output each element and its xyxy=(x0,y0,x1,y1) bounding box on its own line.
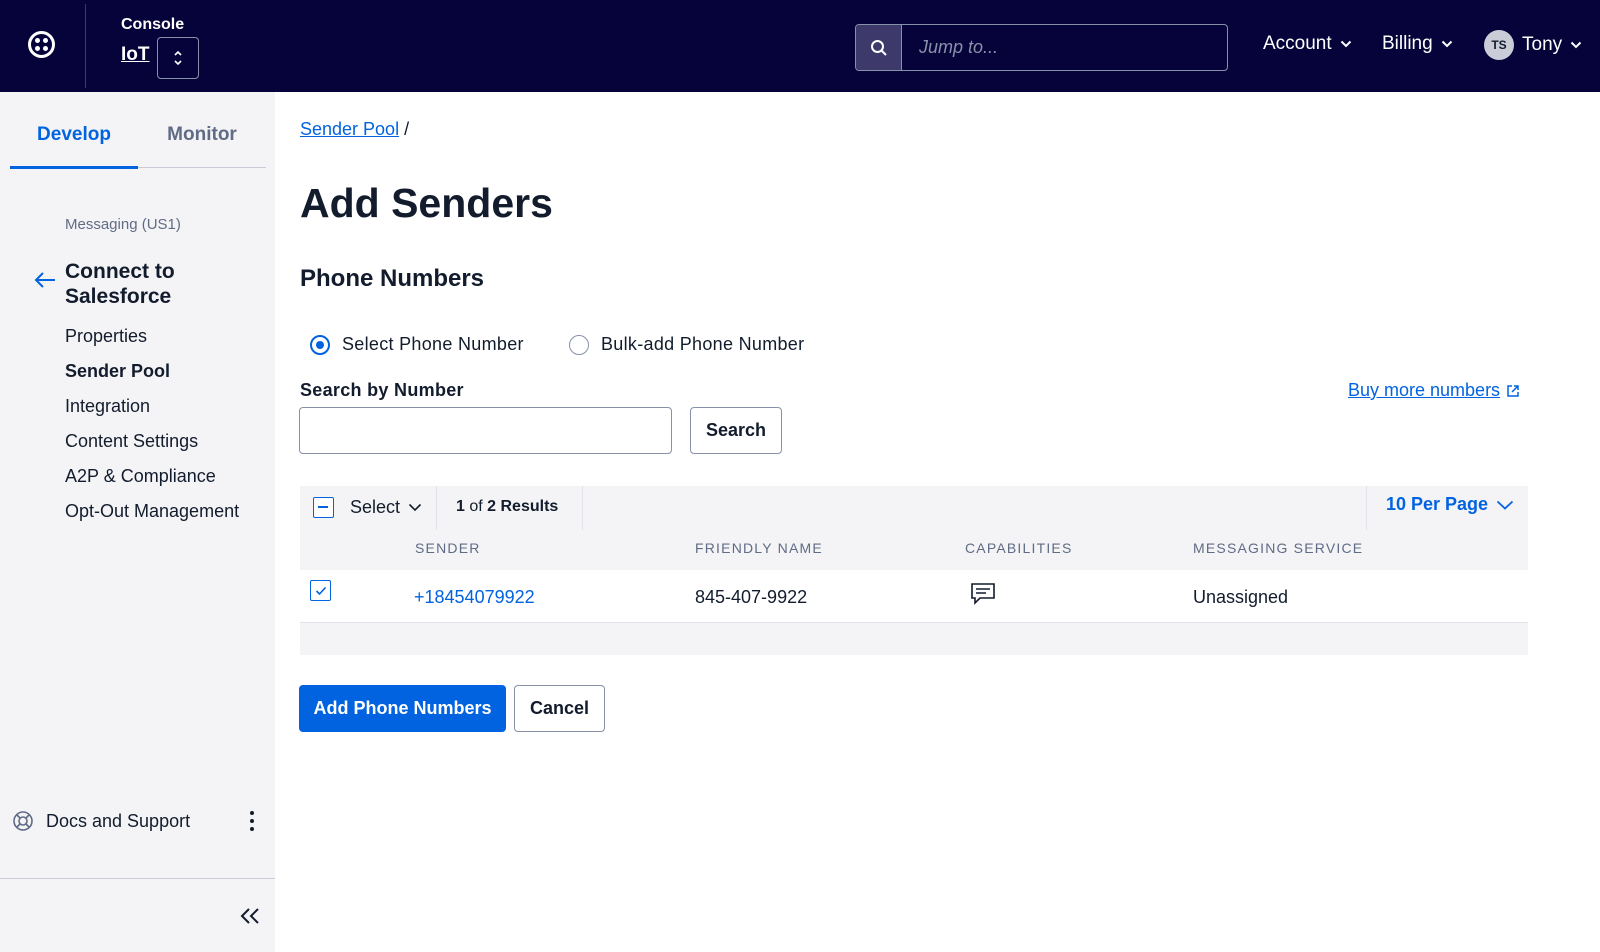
search-button[interactable] xyxy=(856,25,902,70)
sender-number-link[interactable]: +18454079922 xyxy=(414,587,535,608)
select-dropdown-label: Select xyxy=(350,497,401,517)
arrow-left-icon xyxy=(34,272,55,288)
sidebar-item-integration[interactable]: Integration xyxy=(65,396,150,417)
results-of: of xyxy=(469,498,483,515)
toolbar-divider xyxy=(1366,486,1367,530)
table-footer xyxy=(300,623,1528,655)
messaging-service-cell: Unassigned xyxy=(1193,587,1289,607)
cancel-button[interactable]: Cancel xyxy=(514,685,605,732)
section-title: Phone Numbers xyxy=(300,265,485,292)
console-label: Console xyxy=(121,16,185,33)
back-button[interactable] xyxy=(33,270,57,295)
radio-checked-icon[interactable] xyxy=(310,334,330,355)
avatar: TS xyxy=(1484,30,1514,60)
user-name: Tony xyxy=(1522,34,1563,55)
message-icon xyxy=(970,582,996,611)
sidebar-item-opt-out-management[interactable]: Opt-Out Management xyxy=(65,501,239,522)
user-menu[interactable]: TS Tony xyxy=(1484,30,1582,60)
radio-select-phone-number[interactable]: Select Phone Number xyxy=(310,334,524,355)
search-by-number-label: Search by Number xyxy=(300,380,464,400)
breadcrumb: Sender Pool / xyxy=(300,119,409,140)
more-options-button[interactable] xyxy=(249,810,255,837)
chevron-down-icon xyxy=(1570,41,1582,49)
results-total: 2 Results xyxy=(487,498,559,515)
sidebar-item-content-settings[interactable]: Content Settings xyxy=(65,431,198,452)
account-menu[interactable]: Account xyxy=(1263,33,1352,55)
per-page-label: 10 Per Page xyxy=(1386,494,1489,514)
toolbar-divider xyxy=(582,486,583,530)
sidebar-divider xyxy=(0,878,275,879)
sidebar-tabs: Develop Monitor xyxy=(10,122,266,169)
top-bar: Console IoT Account Billing TS Tony xyxy=(0,0,1600,92)
external-link-icon xyxy=(1507,384,1519,397)
radio-select-label: Select Phone Number xyxy=(342,334,524,354)
sidebar-item-sender-pool[interactable]: Sender Pool xyxy=(65,361,170,382)
column-header-capabilities[interactable]: CAPABILITIES xyxy=(965,540,1073,556)
double-chevron-left-icon xyxy=(240,908,259,924)
search-by-number-input[interactable] xyxy=(299,407,672,454)
kebab-menu-icon xyxy=(250,811,254,831)
billing-menu-label: Billing xyxy=(1382,33,1433,54)
add-phone-numbers-button[interactable]: Add Phone Numbers xyxy=(299,685,506,732)
jump-to-search xyxy=(855,24,1228,71)
product-name-link[interactable]: IoT xyxy=(121,44,150,66)
collapse-sidebar-button[interactable] xyxy=(239,907,261,930)
select-all-checkbox[interactable] xyxy=(313,497,334,518)
section-label: Messaging (US1) xyxy=(65,216,181,233)
page-title: Add Senders xyxy=(300,180,553,226)
sidebar-item-a2p-compliance[interactable]: A2P & Compliance xyxy=(65,466,216,487)
column-header-sender[interactable]: SENDER xyxy=(415,540,481,556)
docs-and-support-label: Docs and Support xyxy=(46,810,191,831)
radio-bulk-add-phone-number[interactable]: Bulk-add Phone Number xyxy=(569,334,804,355)
chevron-down-icon xyxy=(1340,40,1351,48)
product-switcher-button[interactable] xyxy=(157,37,199,79)
table-toolbar: Select 1 of 2 Results 10 Per Page xyxy=(300,486,1528,530)
chevron-down-icon xyxy=(408,503,422,512)
radio-bulk-label: Bulk-add Phone Number xyxy=(601,334,805,354)
nav-title: Connect to Salesforce xyxy=(65,260,175,308)
docs-and-support-link[interactable]: Docs and Support xyxy=(12,810,190,832)
results-current: 1 xyxy=(456,498,465,515)
tab-monitor[interactable]: Monitor xyxy=(138,122,266,168)
sidebar-item-properties[interactable]: Properties xyxy=(65,326,147,347)
senders-table: Select 1 of 2 Results 10 Per Page SENDER… xyxy=(300,486,1528,655)
results-count: 1 of 2 Results xyxy=(456,498,558,516)
buy-more-numbers-link[interactable]: Buy more numbers xyxy=(1348,380,1520,401)
lifebuoy-icon xyxy=(13,811,33,831)
chevron-down-icon xyxy=(1496,500,1514,510)
row-checkbox[interactable] xyxy=(310,580,331,601)
chevron-down-icon xyxy=(1441,40,1452,48)
twilio-logo-icon[interactable] xyxy=(28,31,55,58)
buy-more-numbers-label: Buy more numbers xyxy=(1348,380,1501,400)
billing-menu[interactable]: Billing xyxy=(1382,33,1453,55)
chevron-up-down-icon xyxy=(174,50,182,66)
column-header-friendly-name[interactable]: FRIENDLY NAME xyxy=(695,540,823,556)
checkmark-icon xyxy=(315,586,326,595)
toolbar-divider xyxy=(436,486,437,530)
column-header-messaging-service[interactable]: MESSAGING SERVICE xyxy=(1193,540,1363,556)
table-header: SENDER FRIENDLY NAME CAPABILITIES MESSAG… xyxy=(300,530,1528,570)
jump-to-input[interactable] xyxy=(903,25,1227,70)
breadcrumb-sender-pool-link[interactable]: Sender Pool xyxy=(300,119,399,139)
search-icon xyxy=(870,39,887,56)
breadcrumb-separator: / xyxy=(404,119,410,139)
search-button[interactable]: Search xyxy=(690,407,782,454)
radio-unchecked-icon[interactable] xyxy=(569,334,589,355)
account-menu-label: Account xyxy=(1263,33,1332,54)
per-page-dropdown[interactable]: 10 Per Page xyxy=(1386,494,1514,515)
tab-develop[interactable]: Develop xyxy=(10,122,138,169)
select-dropdown[interactable]: Select xyxy=(350,497,422,518)
sidebar: Develop Monitor Messaging (US1) Connect … xyxy=(0,92,275,952)
top-divider xyxy=(85,4,86,88)
friendly-name-cell: 845-407-9922 xyxy=(695,587,808,607)
table-row: +18454079922 845-407-9922 Unassigned xyxy=(300,570,1528,623)
